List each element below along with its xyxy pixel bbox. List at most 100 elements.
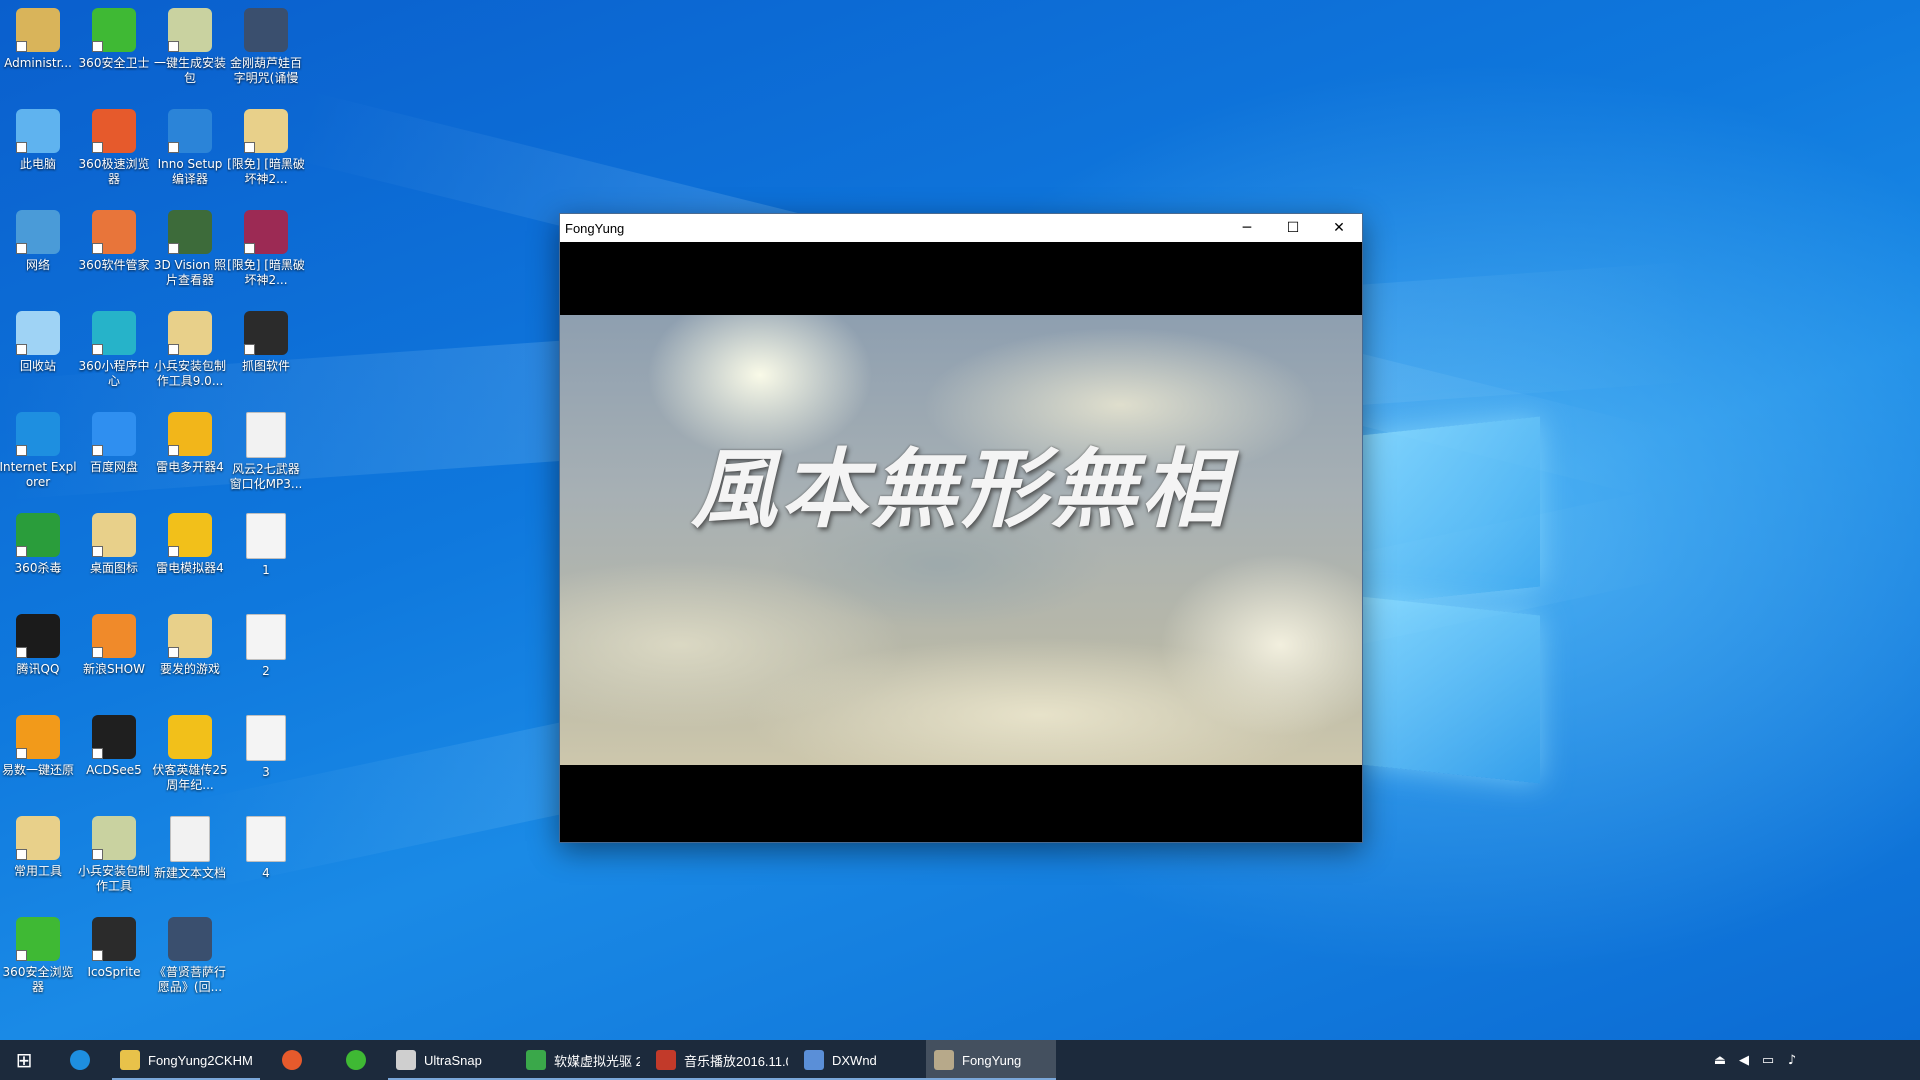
desktop-icon[interactable]: 常用工具 bbox=[0, 808, 76, 906]
desktop-icon[interactable]: 3D Vision 照片查看器 bbox=[152, 202, 228, 300]
emulator-icon bbox=[168, 513, 212, 557]
desktop-icon[interactable]: 《普贤菩萨行愿品》(回... bbox=[152, 909, 228, 1007]
desktop-icon[interactable]: 一键生成安装包 bbox=[152, 0, 228, 98]
desktop-icon[interactable]: 桌面图标 bbox=[76, 505, 152, 603]
desktop-icon[interactable]: 网络 bbox=[0, 202, 76, 300]
fongyung-window[interactable]: FongYung ─ ☐ ✕ 風本無形無相 bbox=[559, 213, 1363, 843]
usb-icon[interactable]: ⏏ bbox=[1708, 1053, 1732, 1068]
desktop-icon-label: IcoSprite bbox=[87, 965, 141, 979]
desktop-icon[interactable]: [限免] [暗黑破坏神2... bbox=[227, 202, 305, 300]
close-button[interactable]: ✕ bbox=[1316, 214, 1362, 242]
desktop-icon[interactable]: ACDSee5 bbox=[76, 707, 152, 805]
maximize-button[interactable]: ☐ bbox=[1270, 214, 1316, 242]
desktop-icon-label: 1 bbox=[262, 563, 270, 577]
desktop-icon[interactable]: 360安全浏览器 bbox=[0, 909, 76, 1007]
taskbar-app[interactable]: 音乐播放2016.11.06 bbox=[648, 1040, 796, 1080]
desktop-icon[interactable]: 腾讯QQ bbox=[0, 606, 76, 704]
image-file-icon bbox=[246, 816, 286, 862]
desktop-icon-label: Internet Explorer bbox=[0, 460, 77, 489]
antivirus-icon bbox=[16, 513, 60, 557]
desktop-icon[interactable]: IcoSprite bbox=[76, 909, 152, 1007]
warning-icon[interactable]: ◀ bbox=[1732, 1053, 1756, 1068]
desktop-icon-label: 3 bbox=[262, 765, 270, 779]
taskbar-app[interactable] bbox=[324, 1040, 388, 1080]
window-titlebar[interactable]: FongYung ─ ☐ ✕ bbox=[560, 214, 1362, 242]
video-frame[interactable]: 風本無形無相 bbox=[560, 315, 1362, 765]
desktop-icon-label: 新建文本文档 bbox=[153, 866, 226, 880]
desktop-icon[interactable]: [限免] [暗黑破坏神2... bbox=[227, 101, 305, 199]
desktop-icon-label: Administr... bbox=[4, 56, 72, 70]
desktop-icon[interactable]: 2 bbox=[228, 606, 304, 704]
folder-icon bbox=[120, 1050, 140, 1070]
user-folder-icon bbox=[16, 8, 60, 52]
desktop-icon[interactable]: Administr... bbox=[0, 0, 76, 98]
video-file-icon bbox=[168, 917, 212, 961]
desktop-icon-label: 360安全卫士 bbox=[78, 56, 150, 70]
folder-icon bbox=[168, 614, 212, 658]
desktop-icon[interactable]: 伏客英雄传25周年纪... bbox=[152, 707, 228, 805]
desktop-icon-label: 雷电模拟器4 bbox=[156, 561, 224, 575]
desktop-icon[interactable]: 新浪SHOW bbox=[76, 606, 152, 704]
emulator-multi-icon bbox=[168, 412, 212, 456]
taskbar-app-label: 音乐播放2016.11.06 bbox=[684, 1053, 788, 1069]
desktop-icon[interactable]: 小兵安装包制作工具9.0... bbox=[152, 303, 228, 401]
desktop-icon[interactable]: 回收站 bbox=[0, 303, 76, 401]
desktop-icon-label: [限免] [暗黑破坏神2... bbox=[227, 258, 305, 287]
desktop-icon[interactable]: 360杀毒 bbox=[0, 505, 76, 603]
shield-plus-icon bbox=[92, 8, 136, 52]
ie-icon bbox=[16, 412, 60, 456]
desktop-icon[interactable]: Inno Setup 编译器 bbox=[152, 101, 228, 199]
desktop-icon-label: 一键生成安装包 bbox=[153, 56, 226, 85]
desktop-icon[interactable]: 360安全卫士 bbox=[76, 0, 152, 98]
sprite-figure-icon bbox=[92, 917, 136, 961]
desktop-icon[interactable]: 3 bbox=[228, 707, 304, 805]
desktop-icon[interactable]: 360极速浏览器 bbox=[76, 101, 152, 199]
desktop: Administr... 360安全卫士一键生成安装包金刚葫芦娃百字明咒(诵慢版)… bbox=[0, 0, 1920, 1040]
desktop-icon[interactable]: 360软件管家 bbox=[76, 202, 152, 300]
desktop-icon-label: 雷电多开器4 bbox=[156, 460, 224, 474]
desktop-icon-label: 抓图软件 bbox=[241, 359, 290, 373]
taskbar-app[interactable]: FongYung bbox=[926, 1040, 1056, 1080]
desktop-icon-label: 2 bbox=[262, 664, 270, 678]
browser-icon bbox=[282, 1050, 302, 1070]
taskbar-app[interactable]: UltraSnap bbox=[388, 1040, 518, 1080]
start-button[interactable]: ⊞ bbox=[0, 1040, 48, 1080]
folder-icon bbox=[92, 513, 136, 557]
taskbar-app[interactable] bbox=[48, 1040, 112, 1080]
folder-icon bbox=[168, 311, 212, 355]
desktop-icon[interactable]: 360小程序中心 bbox=[76, 303, 152, 401]
desktop-icon[interactable]: 风云2七武器窗口化MP3... bbox=[228, 404, 304, 502]
desktop-icon[interactable]: 要发的游戏 bbox=[152, 606, 228, 704]
desktop-icon[interactable]: 百度网盘 bbox=[76, 404, 152, 502]
desktop-icon[interactable]: 易数一键还原 bbox=[0, 707, 76, 805]
qq-penguin-icon bbox=[16, 614, 60, 658]
desktop-icon[interactable]: Internet Explorer bbox=[0, 404, 77, 502]
desktop-icon[interactable]: 抓图软件 bbox=[228, 303, 304, 401]
dxwnd-icon bbox=[804, 1050, 824, 1070]
desktop-icon[interactable]: 1 bbox=[228, 505, 304, 603]
taskbar-app[interactable] bbox=[260, 1040, 324, 1080]
desktop-icon-label: 360安全浏览器 bbox=[2, 965, 74, 994]
image-file-icon bbox=[246, 513, 286, 559]
minimize-button[interactable]: ─ bbox=[1224, 214, 1270, 242]
volume-icon[interactable]: ♪ bbox=[1780, 1053, 1804, 1068]
desktop-icon[interactable]: 雷电多开器4 bbox=[152, 404, 228, 502]
zip-folder-icon bbox=[16, 816, 60, 860]
archive-icon bbox=[244, 210, 288, 254]
taskbar-app[interactable]: FongYung2CKHM... bbox=[112, 1040, 260, 1080]
desktop-icon[interactable]: 此电脑 bbox=[0, 101, 76, 199]
desktop-icon-label: 360极速浏览器 bbox=[78, 157, 150, 186]
desktop-icon-label: 小兵安装包制作工具 bbox=[77, 864, 150, 893]
desktop-icon-label: 风云2七武器窗口化MP3... bbox=[229, 462, 303, 491]
desktop-icon[interactable]: 小兵安装包制作工具 bbox=[76, 808, 152, 906]
taskbar-app[interactable]: 软媒虚拟光驱 2.25 bbox=[518, 1040, 648, 1080]
network-icon[interactable]: ▭ bbox=[1756, 1053, 1780, 1068]
virtual-drive-icon bbox=[526, 1050, 546, 1070]
desktop-icon-label: 4 bbox=[262, 866, 270, 880]
desktop-icon[interactable]: 新建文本文档 bbox=[152, 808, 228, 906]
desktop-icon[interactable]: 4 bbox=[228, 808, 304, 906]
taskbar-app[interactable]: DXWnd bbox=[796, 1040, 926, 1080]
desktop-icon[interactable]: 金刚葫芦娃百字明咒(诵慢版) bbox=[228, 0, 304, 98]
desktop-icon[interactable]: 雷电模拟器4 bbox=[152, 505, 228, 603]
desktop-icon-label: 网络 bbox=[25, 258, 50, 272]
